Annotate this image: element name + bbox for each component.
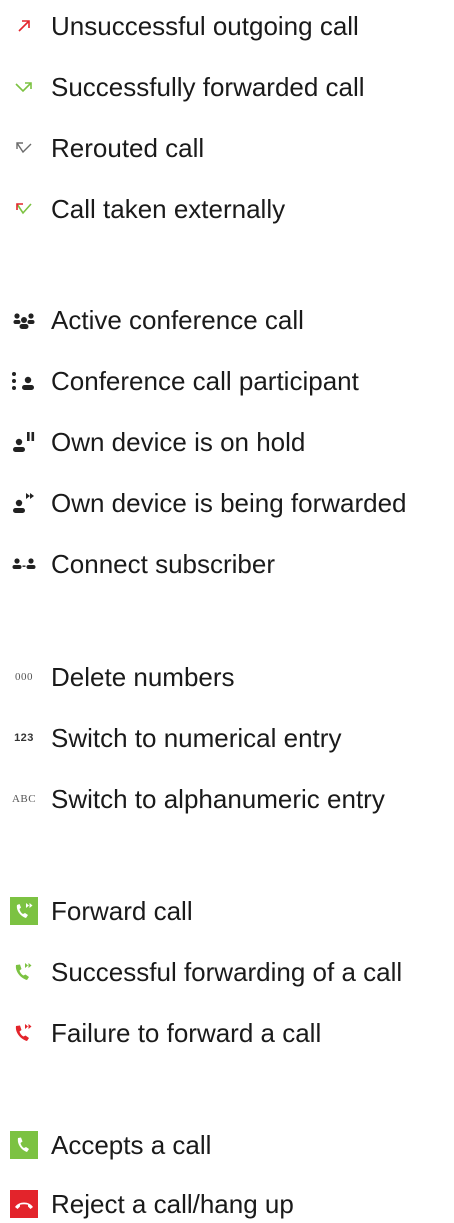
legend-row: Active conference call <box>0 300 454 340</box>
legend-label: Conference call participant <box>51 366 359 396</box>
two-persons-connect-icon <box>4 544 44 584</box>
conference-participant-icon <box>4 361 44 401</box>
legend-label: Switch to alphanumeric entry <box>51 784 385 814</box>
forward-failure-icon <box>4 1013 44 1053</box>
legend-label: Switch to numerical entry <box>51 723 342 753</box>
taken-externally-arrow-icon <box>4 189 44 229</box>
legend-row: Forward call <box>0 891 454 931</box>
legend-row: Connect subscriber <box>0 544 454 584</box>
legend-label: Call taken externally <box>51 194 286 224</box>
legend-row: Successfully forwarded call <box>0 67 454 107</box>
unsuccessful-outgoing-arrow-icon <box>4 6 44 46</box>
legend-row: Own device is on hold <box>0 422 454 462</box>
legend-label: Rerouted call <box>51 133 205 163</box>
legend-label: Active conference call <box>51 305 304 335</box>
legend-row: Own device is being forwarded <box>0 483 454 523</box>
legend-label: Successfully forwarded call <box>51 72 365 102</box>
forward-success-icon <box>4 952 44 992</box>
conference-group-icon <box>4 300 44 340</box>
legend-row: Unsuccessful outgoing call <box>0 6 454 46</box>
alpha-icon: ABC <box>4 779 44 819</box>
legend-row: 000 Delete numbers <box>0 657 454 697</box>
legend-label: Own device is on hold <box>51 427 306 457</box>
person-hold-icon <box>4 422 44 462</box>
numeric-icon-text: 123 <box>14 732 34 744</box>
legend-label: Delete numbers <box>51 662 235 692</box>
zeros-icon-text: 000 <box>15 671 33 683</box>
legend-label: Successful forwarding of a call <box>51 957 403 987</box>
reject-call-icon <box>4 1184 44 1223</box>
accept-call-icon <box>4 1125 44 1165</box>
legend-label: Forward call <box>51 896 193 926</box>
legend-label: Reject a call/hang up <box>51 1189 294 1219</box>
legend-row: Rerouted call <box>0 128 454 168</box>
legend-label: Own device is being forwarded <box>51 488 407 518</box>
numeric-icon: 123 <box>4 718 44 758</box>
legend-label: Failure to forward a call <box>51 1018 322 1048</box>
legend-row: Accepts a call <box>0 1125 454 1165</box>
legend-row: Successful forwarding of a call <box>0 952 454 992</box>
legend-label: Unsuccessful outgoing call <box>51 11 359 41</box>
forwarded-call-arrow-icon <box>4 67 44 107</box>
alpha-icon-text: ABC <box>11 793 37 805</box>
legend-label: Accepts a call <box>51 1130 212 1160</box>
person-forward-icon <box>4 483 44 523</box>
legend-row: ABC Switch to alphanumeric entry <box>0 779 454 819</box>
rerouted-call-arrow-icon <box>4 128 44 168</box>
legend-row: Reject a call/hang up <box>0 1184 454 1223</box>
icon-legend: Unsuccessful outgoing call Successfully … <box>0 0 454 1223</box>
legend-row: Call taken externally <box>0 189 454 229</box>
legend-row: Failure to forward a call <box>0 1013 454 1053</box>
legend-row: 123 Switch to numerical entry <box>0 718 454 758</box>
legend-row: Conference call participant <box>0 361 454 401</box>
legend-label: Connect subscriber <box>51 549 275 579</box>
zeros-icon: 000 <box>4 657 44 697</box>
forward-call-button-icon <box>4 891 44 931</box>
